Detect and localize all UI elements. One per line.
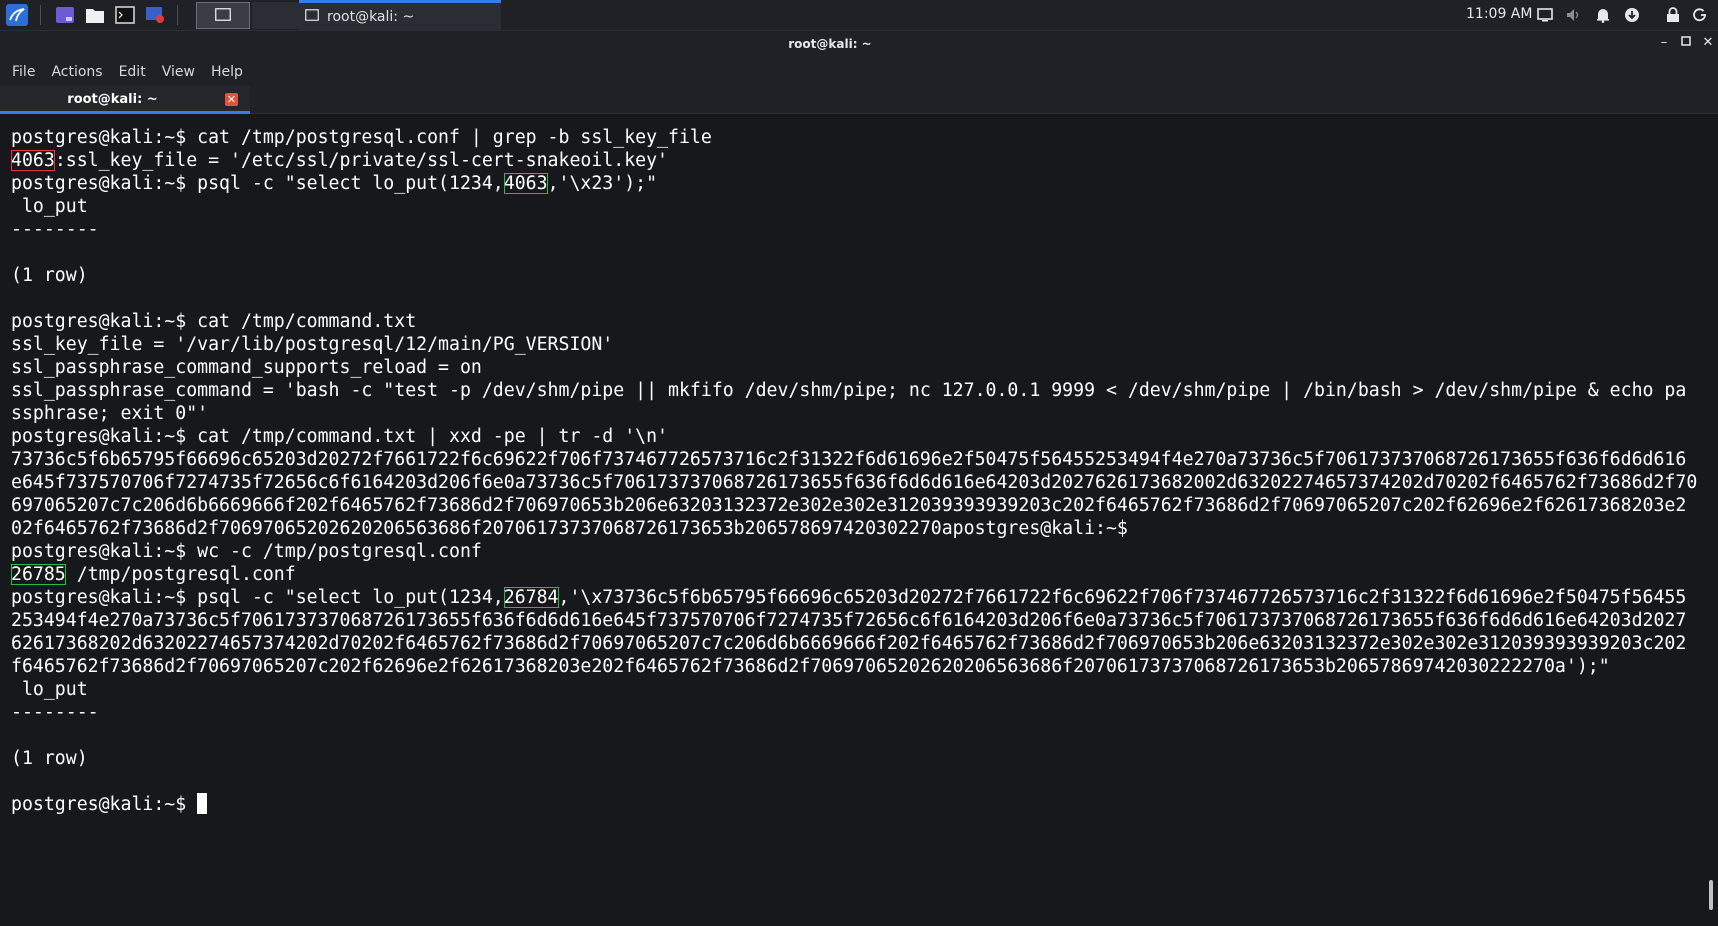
menu-help[interactable]: Help xyxy=(211,64,243,80)
window-title: root@kali: ~ xyxy=(788,37,872,51)
terminal-line: 253494f4e270a73736c5f7061737370687261736… xyxy=(11,610,1687,631)
minimize-icon[interactable]: – xyxy=(1656,35,1672,51)
tab-bar: root@kali: ~ ✕ xyxy=(0,86,1718,114)
terminal-line: 697065207c7c206d6b6669666f202f6465762f73… xyxy=(11,495,1687,516)
terminal-line: postgres@kali:~$ cat /tmp/command.txt xyxy=(11,311,417,332)
terminal-window-icon xyxy=(215,6,231,25)
terminal-area[interactable]: postgres@kali:~$ cat /tmp/postgresql.con… xyxy=(0,114,1718,926)
terminal-cursor[interactable] xyxy=(197,793,208,814)
desktop: root@kali: ~ 11:09 AM root@kali: ~ – ✕ F… xyxy=(0,0,1718,926)
terminal-line: (1 row) xyxy=(11,748,88,769)
menu-bar: File Actions Edit View Help xyxy=(0,58,1718,86)
window-title-bar[interactable]: root@kali: ~ – ✕ xyxy=(0,31,1718,58)
workspace-1-button[interactable] xyxy=(196,1,250,29)
terminal-line: ,'\x23');" xyxy=(547,173,658,194)
screen-recorder-icon[interactable] xyxy=(143,3,167,27)
menu-actions[interactable]: Actions xyxy=(51,64,102,80)
terminal-output: postgres@kali:~$ cat /tmp/postgresql.con… xyxy=(11,126,1697,816)
terminal-line: :ssl_key_file = '/etc/ssl/private/ssl-ce… xyxy=(54,150,669,171)
kali-menu-icon[interactable] xyxy=(4,2,30,28)
terminal-line: f6465762f73686d2f70697065207c202f62696e2… xyxy=(11,656,1610,677)
terminal-line: ssphrase; exit 0"' xyxy=(11,403,209,424)
terminal-line: postgres@kali:~$ cat /tmp/postgresql.con… xyxy=(11,127,712,148)
terminal-line: 62617368202d63202274657374202d70202f6465… xyxy=(11,633,1687,654)
lock-icon[interactable] xyxy=(1663,5,1683,25)
terminal-prompt: postgres@kali:~$ xyxy=(11,794,187,815)
terminal-line: postgres@kali:~$ cat /tmp/command.txt | … xyxy=(11,426,668,447)
terminal-line: ssl_key_file = '/var/lib/postgresql/12/m… xyxy=(11,334,614,355)
highlight-offset: 4063 xyxy=(11,150,55,171)
tab-close-icon[interactable]: ✕ xyxy=(225,93,238,106)
menu-edit[interactable]: Edit xyxy=(119,64,146,80)
terminal-line: lo_put xyxy=(11,196,88,217)
terminal-line: e645f737570706f7274735f72656c6f6164203d2… xyxy=(11,472,1698,493)
terminal-scrollbar[interactable] xyxy=(1709,880,1713,910)
panel-separator xyxy=(40,5,41,25)
terminal-line: postgres@kali:~$ wc -c /tmp/postgresql.c… xyxy=(11,541,482,562)
file-manager-icon[interactable] xyxy=(83,3,107,27)
terminal-line: postgres@kali:~$ psql -c "select lo_put(… xyxy=(11,173,504,194)
workspace-switcher-icon[interactable] xyxy=(53,3,77,27)
taskbar-window-label: root@kali: ~ xyxy=(327,8,415,25)
panel-separator xyxy=(177,5,178,25)
clock[interactable]: 11:09 AM xyxy=(1466,6,1532,22)
terminal-emulator-icon[interactable] xyxy=(113,3,137,27)
power-icon[interactable] xyxy=(1690,5,1710,25)
update-icon[interactable] xyxy=(1622,5,1642,25)
terminal-line: (1 row) xyxy=(11,265,88,286)
highlight-offset: 26784 xyxy=(503,587,559,608)
terminal-line: -------- xyxy=(11,702,99,723)
terminal-line: lo_put xyxy=(11,679,88,700)
terminal-window-icon xyxy=(305,8,319,25)
display-icon[interactable] xyxy=(1535,5,1555,25)
maximize-icon[interactable] xyxy=(1678,35,1694,51)
close-icon[interactable]: ✕ xyxy=(1700,35,1716,51)
workspace-2-button[interactable] xyxy=(252,1,302,29)
tab-label: root@kali: ~ xyxy=(67,92,158,107)
notification-bell-icon[interactable] xyxy=(1593,5,1613,25)
terminal-line: postgres@kali:~$ psql -c "select lo_put(… xyxy=(11,587,504,608)
terminal-line: -------- xyxy=(11,219,99,240)
terminal-line: ssl_passphrase_command_supports_reload =… xyxy=(11,357,482,378)
highlight-offset: 4063 xyxy=(503,173,548,194)
terminal-line: 73736c5f6b65795f66696c65203d20272f766172… xyxy=(11,449,1687,470)
taskbar-window-button[interactable]: root@kali: ~ xyxy=(299,0,501,30)
highlight-size: 26785 xyxy=(11,564,66,585)
menu-file[interactable]: File xyxy=(12,64,35,80)
terminal-line: /tmp/postgresql.conf xyxy=(65,564,296,585)
terminal-tab[interactable]: root@kali: ~ ✕ xyxy=(0,86,250,114)
terminal-line: ssl_passphrase_command = 'bash -c "test … xyxy=(11,380,1687,401)
volume-icon[interactable] xyxy=(1564,5,1584,25)
menu-view[interactable]: View xyxy=(162,64,195,80)
terminal-line: ,'\x73736c5f6b65795f66696c65203d20272f76… xyxy=(558,587,1687,608)
terminal-line: 02f6465762f73686d2f706970652026202065636… xyxy=(11,518,1128,539)
top-panel: root@kali: ~ 11:09 AM xyxy=(0,0,1718,31)
